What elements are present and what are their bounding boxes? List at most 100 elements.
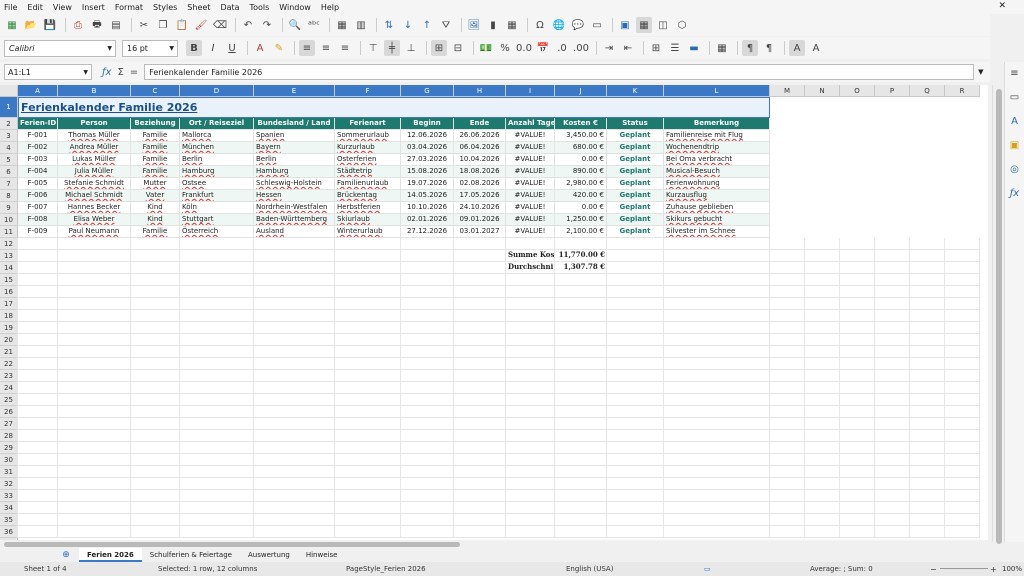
cell-status[interactable]: Geplant bbox=[607, 202, 664, 214]
cell-start[interactable]: 14.05.2026 bbox=[401, 190, 454, 202]
header-cell[interactable]: Ende bbox=[454, 118, 506, 130]
insert-image-icon[interactable]: 🖼 bbox=[466, 17, 482, 33]
header-cell[interactable]: Beginn bbox=[401, 118, 454, 130]
row-header[interactable]: 24 bbox=[0, 382, 18, 394]
cell-remark[interactable]: Kurzausflug bbox=[664, 190, 770, 202]
add-decimal-icon[interactable]: .0 bbox=[554, 40, 570, 56]
cell-days[interactable]: #VALUE! bbox=[506, 178, 555, 190]
summary-label[interactable]: Durchschni bbox=[506, 261, 555, 273]
cell-end[interactable]: 18.08.2026 bbox=[454, 166, 506, 178]
cell-relation[interactable]: Familie bbox=[131, 154, 180, 166]
row-header[interactable]: 23 bbox=[0, 370, 18, 382]
cell-cost[interactable]: 1,250.00 € bbox=[555, 214, 607, 226]
styles-icon[interactable]: A bbox=[1009, 116, 1021, 128]
row-header[interactable]: 32 bbox=[0, 478, 18, 490]
column-header[interactable]: Q bbox=[910, 85, 945, 97]
function-wizard-icon[interactable]: ƒx bbox=[102, 67, 111, 78]
chevron-down-icon[interactable]: ▼ bbox=[83, 69, 88, 76]
cell-region[interactable]: Bayern bbox=[254, 142, 335, 154]
align-bottom-icon[interactable]: ⊥ bbox=[403, 40, 419, 56]
cell-start[interactable]: 03.04.2026 bbox=[401, 142, 454, 154]
freeze-rows-columns-icon[interactable]: ▦ bbox=[636, 17, 652, 33]
cell-relation[interactable]: Mutter bbox=[131, 178, 180, 190]
formula-input[interactable]: Ferienkalender Familie 2026 bbox=[144, 64, 975, 80]
tab-auswertung[interactable]: Auswertung bbox=[240, 548, 298, 562]
row-header[interactable]: 3 bbox=[0, 130, 18, 142]
summary-label[interactable]: Summe Kos bbox=[506, 249, 555, 261]
sort-icon[interactable]: ⇅ bbox=[381, 17, 397, 33]
header-footer-icon[interactable]: ▭ bbox=[589, 17, 605, 33]
spreadsheet-grid[interactable]: A B C D E F G H I J K L M N O P Q R 1234… bbox=[0, 85, 988, 540]
cell-type[interactable]: Familienurlaub bbox=[335, 178, 401, 190]
cell-end[interactable]: 10.04.2026 bbox=[454, 154, 506, 166]
cell-start[interactable]: 15.08.2026 bbox=[401, 166, 454, 178]
add-sheet-icon[interactable]: ⊕ bbox=[59, 550, 73, 560]
bold-icon[interactable]: B bbox=[186, 40, 202, 56]
row-header[interactable]: 33 bbox=[0, 490, 18, 502]
row-header[interactable]: 34 bbox=[0, 502, 18, 514]
header-cell[interactable]: Ferienart bbox=[335, 118, 401, 130]
cell-end[interactable]: 24.10.2026 bbox=[454, 202, 506, 214]
cell-relation[interactable]: Kind bbox=[131, 202, 180, 214]
print-icon[interactable]: 🖶 bbox=[89, 17, 105, 33]
cell-id[interactable]: F-008 bbox=[18, 214, 58, 226]
align-center-icon[interactable]: ≡ bbox=[318, 40, 334, 56]
zoom-in-icon[interactable]: + bbox=[990, 565, 997, 574]
text-vertical-icon[interactable]: A bbox=[808, 40, 824, 56]
cell-type[interactable]: Brückentag bbox=[335, 190, 401, 202]
cell-remark[interactable]: Bei Oma verbracht bbox=[664, 154, 770, 166]
cell-start[interactable]: 27.03.2026 bbox=[401, 154, 454, 166]
print-preview-icon[interactable]: ▤ bbox=[108, 17, 124, 33]
cell-region[interactable]: Ausland bbox=[254, 226, 335, 238]
header-cell[interactable]: Beziehung bbox=[131, 118, 180, 130]
cell-relation[interactable]: Vater bbox=[131, 190, 180, 202]
chevron-down-icon[interactable]: ▼ bbox=[169, 45, 174, 52]
borders-icon[interactable]: ⊞ bbox=[648, 40, 664, 56]
cell-status[interactable]: Geplant bbox=[607, 130, 664, 142]
cell-end[interactable]: 06.04.2026 bbox=[454, 142, 506, 154]
cell-relation[interactable]: Familie bbox=[131, 142, 180, 154]
cell-person[interactable]: Michael Schmidt bbox=[58, 190, 131, 202]
cell-type[interactable]: Osterferien bbox=[335, 154, 401, 166]
summary-value[interactable]: 1,307.78 € bbox=[555, 261, 607, 273]
menu-icon[interactable]: ≡ bbox=[1009, 68, 1021, 80]
cell-place[interactable]: Österreich bbox=[180, 226, 254, 238]
cell-cost[interactable]: 420.00 € bbox=[555, 190, 607, 202]
menu-data[interactable]: Data bbox=[220, 3, 239, 12]
cell-region[interactable]: Baden-Württemberg bbox=[254, 214, 335, 226]
tab-schulferien[interactable]: Schulferien & Feiertage bbox=[142, 548, 240, 562]
row-header[interactable]: 9 bbox=[0, 202, 18, 214]
insert-chart-icon[interactable]: ▮ bbox=[485, 17, 501, 33]
row-header[interactable]: 1 bbox=[0, 97, 18, 118]
cell-place[interactable]: Stuttgart bbox=[180, 214, 254, 226]
column-header[interactable]: F bbox=[335, 85, 401, 97]
functions-icon[interactable]: ƒx bbox=[1009, 188, 1021, 200]
conditional-format-icon[interactable]: ▦ bbox=[714, 40, 730, 56]
column-header[interactable]: E bbox=[254, 85, 335, 97]
cell-relation[interactable]: Familie bbox=[131, 130, 180, 142]
cell-start[interactable]: 10.10.2026 bbox=[401, 202, 454, 214]
header-cell[interactable]: Kosten € bbox=[555, 118, 607, 130]
zoom-out-icon[interactable]: − bbox=[930, 565, 937, 574]
text-horizontal-icon[interactable]: A bbox=[789, 40, 805, 56]
border-style-icon[interactable]: ☰ bbox=[667, 40, 683, 56]
menu-styles[interactable]: Styles bbox=[153, 3, 177, 12]
font-size-box[interactable]: 16 pt ▼ bbox=[122, 39, 178, 57]
cell-place[interactable]: München bbox=[180, 142, 254, 154]
cell-days[interactable]: #VALUE! bbox=[506, 154, 555, 166]
row-header[interactable]: 25 bbox=[0, 394, 18, 406]
delete-decimal-icon[interactable]: .00 bbox=[573, 40, 589, 56]
row-header[interactable]: 36 bbox=[0, 526, 18, 538]
align-right-icon[interactable]: ≡ bbox=[337, 40, 353, 56]
menu-format[interactable]: Format bbox=[115, 3, 143, 12]
menu-insert[interactable]: Insert bbox=[82, 3, 105, 12]
column-header[interactable]: M bbox=[770, 85, 805, 97]
cell-id[interactable]: F-007 bbox=[18, 202, 58, 214]
cell-region[interactable]: Hessen bbox=[254, 190, 335, 202]
cell-region[interactable]: Nordrhein-Westfalen bbox=[254, 202, 335, 214]
row-header[interactable]: 8 bbox=[0, 190, 18, 202]
autofilter-icon[interactable]: ⛛ bbox=[438, 17, 454, 33]
column-header[interactable]: I bbox=[506, 85, 555, 97]
cell-start[interactable]: 02.01.2026 bbox=[401, 214, 454, 226]
cell-remark[interactable]: Skikurs gebucht bbox=[664, 214, 770, 226]
